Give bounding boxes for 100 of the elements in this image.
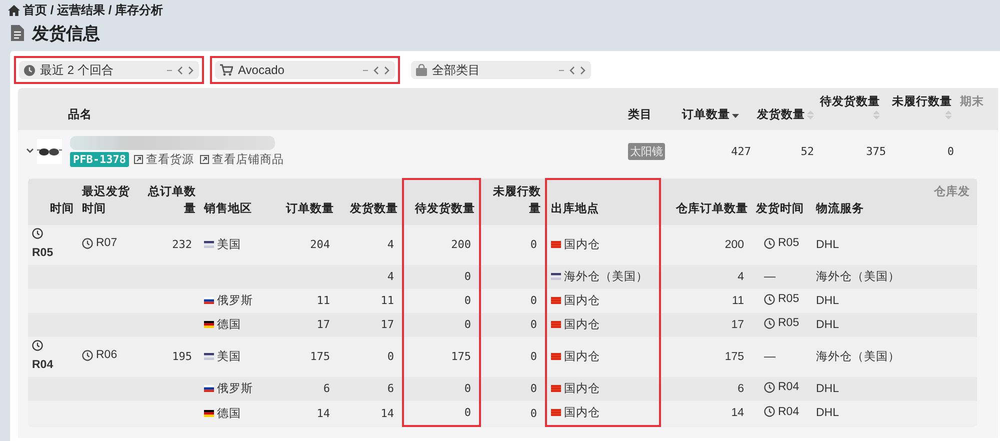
warehouse-orders: 6: [738, 382, 744, 394]
unfulfilled-count: 0: [947, 144, 954, 158]
ship-time: —: [764, 270, 776, 282]
logistics-service: DHL: [816, 294, 840, 306]
clock-icon: [32, 340, 43, 352]
column-header: 最迟发货时间: [82, 186, 130, 216]
next-icon[interactable]: [384, 66, 390, 74]
warehouse-orders: 4: [738, 270, 744, 282]
pending-count: 200: [451, 238, 471, 251]
total-orders: 232: [172, 238, 192, 251]
pending-count: 0: [464, 318, 471, 331]
link[interactable]: 查看店铺商品: [212, 152, 284, 166]
previous-icon[interactable]: [177, 66, 183, 74]
column-header: 未履行数量: [493, 186, 541, 216]
external-link-icon[interactable]: [134, 154, 143, 164]
column-header: 待发货数量: [820, 94, 880, 109]
shipped-count: 17: [380, 318, 394, 331]
warehouse-label: 国内仓: [564, 294, 600, 308]
warehouse-orders: 17: [731, 318, 744, 330]
order-count: 204: [310, 238, 330, 251]
ship-time: R04: [778, 381, 800, 394]
warehouse-orders: 200: [724, 238, 744, 250]
external-link-icon[interactable]: [200, 154, 209, 164]
pending-count: 0: [464, 270, 471, 283]
column-header: 待发货数量: [415, 203, 475, 216]
column-header: 发货数量: [350, 203, 398, 216]
column-header: 品名: [68, 108, 92, 122]
next-icon[interactable]: [188, 66, 194, 74]
order-count: 175: [310, 350, 330, 363]
ship-time: R05: [778, 293, 800, 306]
order-count: 14: [316, 406, 330, 420]
pending-count: 0: [464, 294, 471, 307]
shipped-count: 6: [387, 382, 394, 395]
column-header: 未履行数量: [892, 94, 952, 109]
column-header: 发货时间: [756, 203, 804, 216]
region-label: 俄罗斯: [217, 294, 253, 308]
pending-count: 0: [464, 382, 471, 395]
clock-icon: [32, 228, 43, 240]
unfulfilled-count: 0: [530, 294, 537, 307]
link[interactable]: 查看货源: [146, 152, 194, 166]
round-label: R06: [96, 349, 118, 362]
filter-select[interactable]: Avocado: [215, 61, 395, 79]
warehouse-label: 国内仓: [564, 318, 600, 332]
pending-count: 375: [866, 144, 886, 158]
bag-icon: [416, 64, 427, 76]
cart-icon: [220, 64, 233, 76]
round-label: R07: [96, 237, 118, 250]
column-header: 销售地区: [204, 203, 252, 216]
region-label: 美国: [217, 237, 241, 252]
column-header: 订单数量: [286, 203, 334, 216]
order-count: 17: [316, 318, 330, 331]
next-icon[interactable]: [580, 66, 586, 74]
filter-select[interactable]: 最近 2 个回合: [19, 61, 199, 79]
round-label: R04: [32, 358, 54, 370]
unfulfilled-count: 0: [530, 238, 537, 251]
logistics-service: 海外仓（美国）: [816, 351, 900, 363]
document-icon: [11, 25, 24, 41]
shipped-count: 4: [387, 270, 394, 283]
warehouse-label: 海外仓（美国）: [564, 269, 648, 284]
clock-icon: [82, 350, 93, 361]
shipped-count: 0: [387, 350, 394, 363]
previous-icon[interactable]: [373, 66, 379, 74]
column-header: 仓库发: [934, 186, 970, 198]
region-label: 俄罗斯: [217, 382, 253, 396]
unfulfilled-count: 0: [530, 382, 537, 395]
region-label: 美国: [217, 349, 241, 364]
column-header: 仓库订单数量: [676, 203, 748, 216]
pending-count: 175: [451, 350, 471, 363]
column-header: 出库地点: [551, 203, 599, 216]
shipped-count: 14: [380, 406, 394, 420]
shipped-count: 4: [387, 238, 394, 251]
expand-caret-icon[interactable]: [26, 148, 34, 154]
unfulfilled-count: 0: [530, 350, 537, 363]
clear-icon[interactable]: [559, 68, 564, 72]
logistics-service: 海外仓（美国）: [816, 271, 900, 283]
filter-select[interactable]: 全部类目: [411, 61, 591, 79]
column-header: 订单数量: [682, 107, 730, 122]
column-header: 物流服务: [816, 203, 864, 216]
warehouse-label: 国内仓: [564, 382, 600, 396]
breadcrumb[interactable]: 首页 / 运营结果 / 库存分析: [23, 2, 164, 18]
warehouse-orders: 175: [724, 350, 744, 362]
logistics-service: DHL: [816, 382, 840, 394]
column-header: 发货数量: [757, 107, 805, 122]
shipped-count: 52: [800, 144, 814, 158]
previous-icon[interactable]: [569, 66, 575, 74]
column-header: 期末: [960, 94, 984, 109]
clock-icon: [82, 238, 93, 249]
order-count: 6: [323, 382, 330, 395]
region-label: 德国: [217, 318, 241, 332]
column-header: 时间: [50, 203, 74, 216]
warehouse-orders: 14: [731, 407, 744, 419]
clear-icon[interactable]: [167, 68, 172, 72]
clear-icon[interactable]: [363, 68, 368, 72]
home-icon: [8, 4, 20, 16]
round-label: R05: [32, 246, 54, 258]
logistics-service: DHL: [816, 238, 840, 250]
clock-icon: [24, 64, 35, 76]
warehouse-label: 国内仓: [564, 406, 600, 420]
ship-time: —: [764, 350, 776, 362]
logistics-service: DHL: [816, 318, 840, 330]
